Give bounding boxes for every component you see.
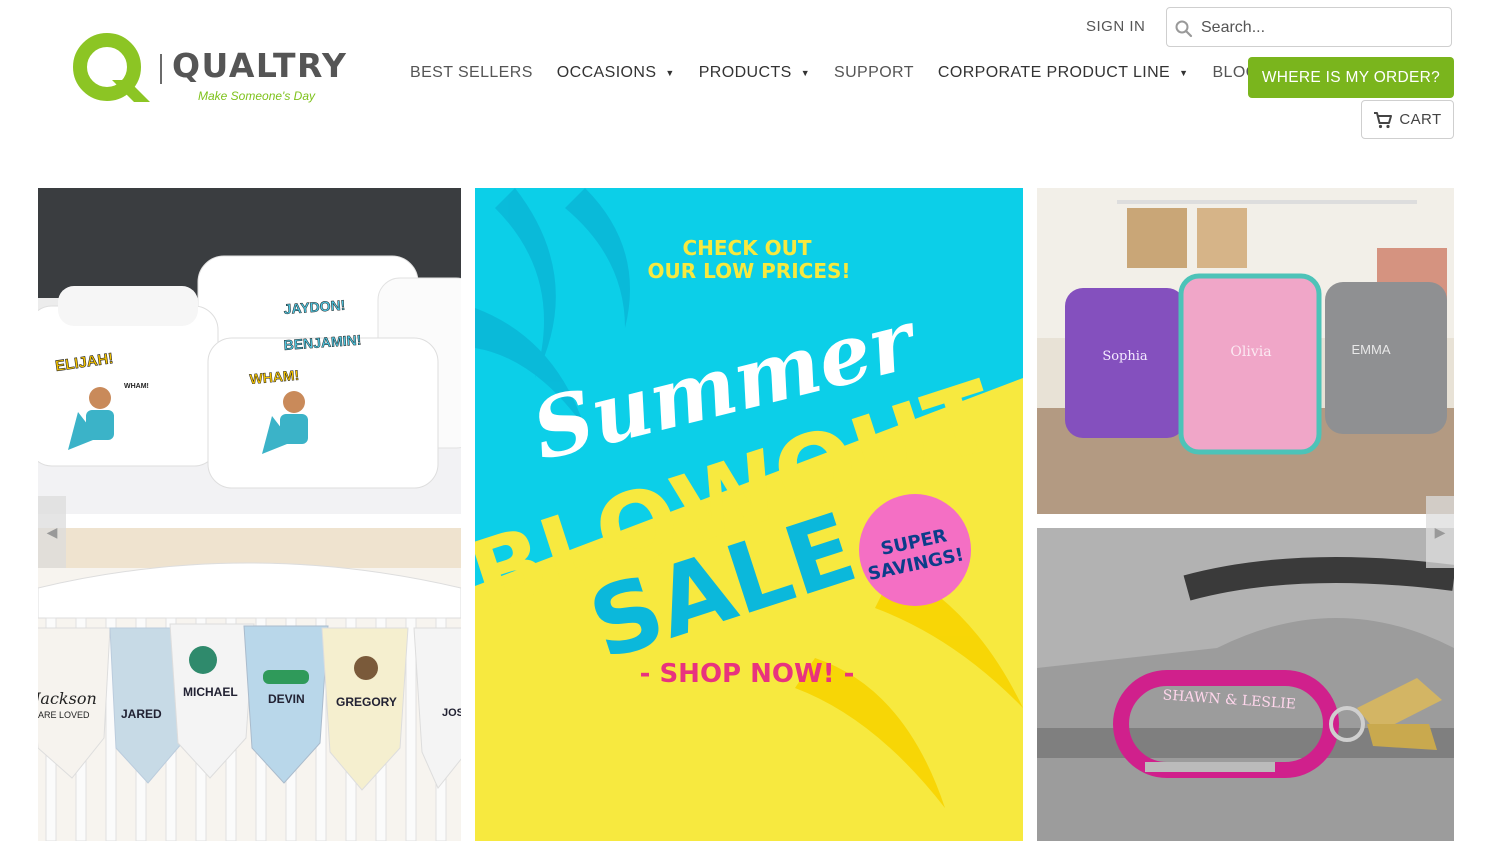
nav-best-sellers[interactable]: BEST SELLERS — [410, 64, 533, 82]
slider-next-button[interactable]: ▶ — [1426, 496, 1454, 568]
shop-now-cta: - SHOP NOW! - — [640, 659, 855, 689]
brand-name: QUALTRY — [172, 46, 348, 85]
summer-sale-image: CHECK OUT OUR LOW PRICES! Summer BLOWOUT… — [475, 188, 1023, 841]
nav-label: CORPORATE PRODUCT LINE — [937, 64, 1171, 81]
chevron-left-icon: ◀ — [46, 523, 58, 540]
where-is-my-order-button[interactable]: WHERE IS MY ORDER? — [1248, 57, 1454, 98]
search-box[interactable] — [1166, 7, 1452, 47]
nav-occasions[interactable]: OCCASIONS ▼ — [557, 64, 675, 82]
nav-support[interactable]: SUPPORT — [834, 64, 914, 82]
carabiner-tile[interactable]: SHAWN & LESLIE — [1037, 528, 1454, 841]
cart-label: CART — [1399, 111, 1442, 128]
carabiner-image: SHAWN & LESLIE — [1037, 528, 1454, 841]
promo-line1: CHECK OUT — [682, 236, 811, 260]
promo-line2: OUR LOW PRICES! — [647, 259, 850, 283]
caret-down-icon: ▼ — [1179, 68, 1189, 78]
bib-name: DEVIN — [268, 692, 305, 706]
sign-in-link[interactable]: SIGN IN — [1086, 18, 1145, 35]
caret-down-icon: ▼ — [665, 68, 675, 78]
bibs-tile[interactable]: Jackson ARE LOVED JARED MICHAEL DEVIN GR… — [38, 528, 461, 841]
bib-name: Jackson — [38, 689, 97, 708]
nav-label: OCCASIONS — [556, 64, 657, 81]
cart-icon — [1374, 111, 1393, 128]
lunch-bags-tile[interactable]: Sophia Olivia EMMA — [1037, 188, 1454, 514]
brand-tagline: Make Someone's Day — [198, 89, 316, 103]
qualtry-q-logo-icon — [73, 33, 150, 102]
bib-name: JARED — [121, 707, 162, 721]
bib-name: MICHAEL — [183, 685, 238, 699]
slider-prev-button[interactable]: ◀ — [38, 496, 66, 568]
bibs-image: Jackson ARE LOVED JARED MICHAEL DEVIN GR… — [38, 528, 461, 841]
bag-name: Sophia — [1102, 349, 1148, 364]
brand-logo[interactable]: QUALTRY Make Someone's Day — [72, 32, 352, 108]
logo-divider — [160, 54, 162, 84]
nav-label: SUPPORT — [834, 64, 914, 81]
bib-name: JOSH — [442, 707, 461, 719]
bag-name: Olivia — [1230, 344, 1271, 360]
pillow-wham-label: WHAM! — [124, 383, 149, 390]
search-input[interactable] — [1199, 14, 1443, 42]
summer-sale-banner[interactable]: CHECK OUT OUR LOW PRICES! Summer BLOWOUT… — [475, 188, 1023, 841]
chevron-right-icon: ▶ — [1434, 523, 1446, 540]
bib-name: ARE LOVED — [38, 710, 90, 720]
main-nav: BEST SELLERS OCCASIONS ▼ PRODUCTS ▼ SUPPOR… — [410, 64, 1283, 82]
caret-down-icon: ▼ — [800, 68, 811, 78]
pillows-tile[interactable]: ELIJAH! JAYDON! BENJAMIN! WHAM! WHAM! — [38, 188, 461, 514]
nav-products[interactable]: PRODUCTS ▼ — [699, 64, 810, 82]
nav-label: BEST SELLERS — [410, 64, 533, 81]
nav-label: PRODUCTS — [698, 64, 792, 81]
bag-name: EMMA — [1352, 342, 1391, 357]
bib-name: GREGORY — [336, 695, 397, 709]
pillows-image: ELIJAH! JAYDON! BENJAMIN! WHAM! WHAM! — [38, 188, 461, 514]
nav-corporate-product-line[interactable]: CORPORATE PRODUCT LINE ▼ — [938, 64, 1189, 82]
search-icon — [1175, 20, 1193, 38]
cart-button[interactable]: CART — [1361, 100, 1454, 139]
lunch-bags-image: Sophia Olivia EMMA — [1037, 188, 1454, 514]
